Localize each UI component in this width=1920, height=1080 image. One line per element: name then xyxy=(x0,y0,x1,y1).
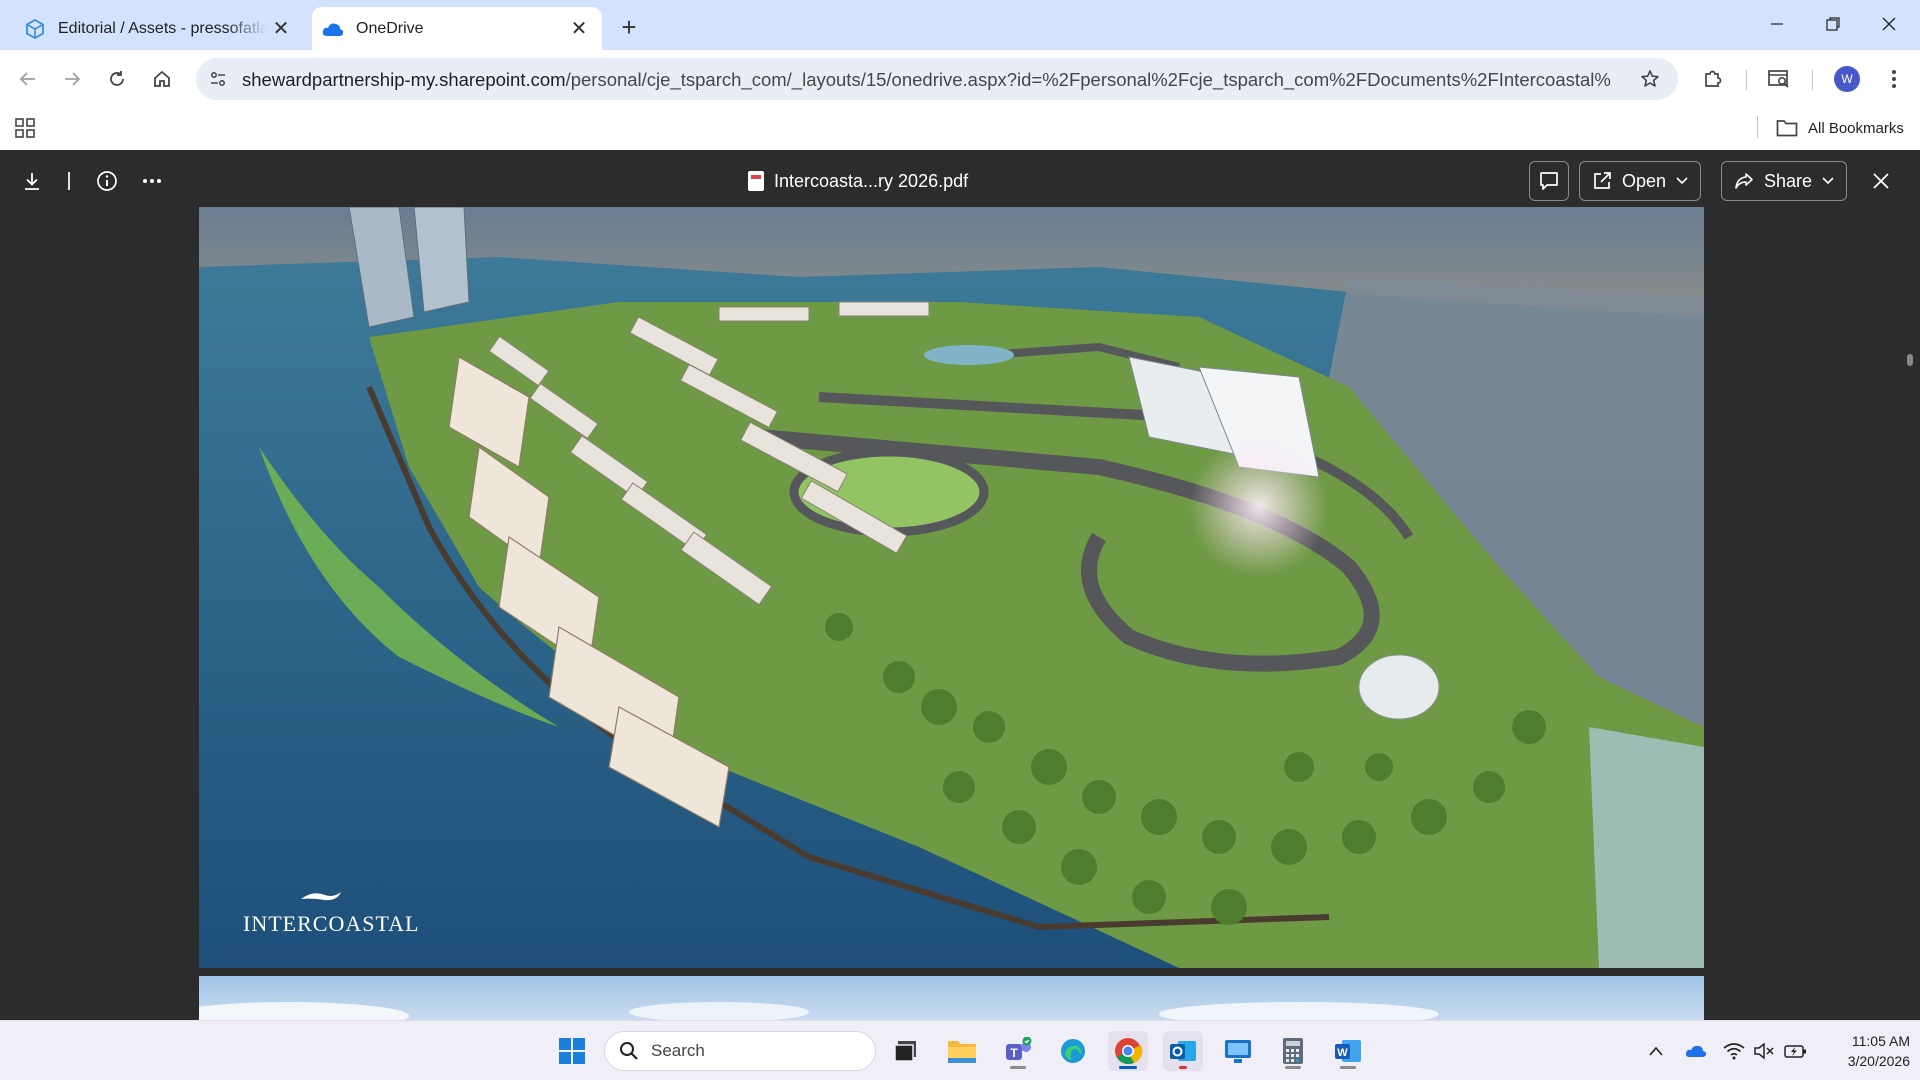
active-indicator xyxy=(1119,1066,1137,1069)
browser-toolbar: shewardpartnership-my.sharepoint.com/per… xyxy=(0,50,1920,108)
close-tab-icon[interactable]: ✕ xyxy=(270,17,292,40)
sky-clouds-illustration xyxy=(199,1002,1439,1020)
more-actions-icon[interactable] xyxy=(135,164,169,198)
url-path: /personal/cje_tsparch_com/_layouts/15/on… xyxy=(565,69,1612,90)
search-placeholder: Search xyxy=(651,1041,705,1060)
tab-strip: Editorial / Assets - pressofatlantic ✕ O… xyxy=(0,0,1920,50)
chevron-down-icon xyxy=(1676,177,1688,185)
restore-window-icon[interactable] xyxy=(1810,8,1856,40)
volume-muted-icon[interactable] xyxy=(1752,1039,1776,1063)
task-view-icon[interactable] xyxy=(886,1031,926,1071)
running-indicator xyxy=(1285,1066,1301,1069)
profile-avatar[interactable]: W xyxy=(1834,66,1860,92)
running-indicator xyxy=(1340,1066,1356,1069)
open-label: Open xyxy=(1622,170,1667,191)
windows-logo-icon xyxy=(559,1038,585,1064)
home-icon[interactable] xyxy=(146,63,178,95)
folder-icon xyxy=(1776,120,1798,137)
bookmarks-bar: All Bookmarks xyxy=(0,108,1920,150)
viewer-divider xyxy=(68,172,70,190)
download-icon[interactable] xyxy=(15,164,49,198)
tab-search-icon[interactable] xyxy=(1763,63,1795,95)
close-window-icon[interactable] xyxy=(1866,8,1912,40)
clock-date: 3/20/2026 xyxy=(1847,1053,1910,1069)
file-explorer-icon[interactable] xyxy=(942,1031,982,1071)
svg-text:W: W xyxy=(1337,1047,1348,1059)
apps-grid-icon[interactable] xyxy=(14,117,36,139)
back-arrow-icon[interactable] xyxy=(12,63,44,95)
word-icon[interactable]: W xyxy=(1328,1031,1368,1071)
close-viewer-icon[interactable] xyxy=(1864,164,1898,198)
calculator-icon[interactable] xyxy=(1273,1031,1313,1071)
new-tab-button[interactable]: + xyxy=(614,12,644,42)
tab-title: Editorial / Assets - pressofatlantic xyxy=(58,19,268,37)
comment-button[interactable] xyxy=(1529,161,1569,201)
extensions-puzzle-icon[interactable] xyxy=(1697,63,1729,95)
start-button[interactable] xyxy=(552,1031,592,1071)
intercoastal-wave-logo-icon xyxy=(301,892,341,901)
tab-editorial-assets[interactable]: Editorial / Assets - pressofatlantic ✕ xyxy=(14,7,304,50)
remote-desktop-icon[interactable] xyxy=(1218,1031,1258,1071)
toolbar-divider xyxy=(1812,70,1813,90)
document-filename: Intercoasta...ry 2026.pdf xyxy=(748,169,968,193)
reload-icon[interactable] xyxy=(101,63,133,95)
forward-arrow-icon[interactable] xyxy=(56,63,88,95)
tab-onedrive[interactable]: OneDrive ✕ xyxy=(312,7,602,50)
chrome-browser-icon[interactable] xyxy=(1108,1031,1148,1071)
open-button[interactable]: Open xyxy=(1579,161,1702,201)
battery-charging-icon[interactable] xyxy=(1784,1039,1808,1063)
open-external-icon xyxy=(1594,172,1611,189)
windows-taskbar: Search T W 11:05 AM 3/20/2026 xyxy=(0,1020,1920,1080)
tab-title: OneDrive xyxy=(356,19,424,37)
onedrive-tray-icon[interactable] xyxy=(1684,1039,1708,1063)
edge-browser-icon[interactable] xyxy=(1053,1031,1093,1071)
cube-logo-icon xyxy=(24,18,46,40)
bookmark-star-icon[interactable] xyxy=(1638,67,1662,91)
toolbar-divider xyxy=(1746,70,1747,90)
url-text: shewardpartnership-my.sharepoint.com/per… xyxy=(242,69,1612,91)
comment-icon xyxy=(1540,172,1558,190)
url-domain: shewardpartnership-my.sharepoint.com xyxy=(242,69,566,90)
taskbar-search-box[interactable]: Search xyxy=(604,1031,876,1071)
system-clock[interactable]: 11:05 AM 3/20/2026 xyxy=(1818,1031,1910,1071)
info-icon[interactable] xyxy=(90,164,124,198)
outlook-icon[interactable] xyxy=(1163,1031,1203,1071)
onedrive-cloud-icon xyxy=(322,18,344,40)
aerial-site-rendering xyxy=(199,207,1704,968)
chevron-up-icon[interactable] xyxy=(1644,1039,1668,1063)
chevron-down-icon xyxy=(1822,177,1834,185)
address-bar[interactable]: shewardpartnership-my.sharepoint.com/per… xyxy=(196,58,1678,100)
share-label: Share xyxy=(1764,170,1813,191)
close-tab-icon[interactable]: ✕ xyxy=(568,17,590,40)
search-icon xyxy=(620,1042,638,1060)
all-bookmarks-button[interactable]: All Bookmarks xyxy=(1776,116,1904,140)
running-indicator xyxy=(1010,1066,1026,1069)
pdf-file-icon xyxy=(748,171,764,191)
document-page-render: INTERCOASTAL xyxy=(199,207,1704,968)
wifi-icon[interactable] xyxy=(1722,1039,1746,1063)
document-page-next xyxy=(199,976,1704,1020)
scrollbar-thumb[interactable] xyxy=(1907,354,1913,366)
share-button[interactable]: Share xyxy=(1721,161,1848,201)
svg-text:T: T xyxy=(1010,1046,1018,1060)
notification-indicator xyxy=(1179,1066,1187,1069)
all-bookmarks-label: All Bookmarks xyxy=(1808,119,1904,137)
minimize-window-icon[interactable] xyxy=(1754,8,1800,40)
more-options-icon[interactable] xyxy=(1878,63,1910,95)
share-icon xyxy=(1735,173,1753,189)
filename-text: Intercoasta...ry 2026.pdf xyxy=(774,170,969,191)
teams-icon[interactable]: T xyxy=(998,1031,1038,1071)
brand-wordmark: INTERCOASTAL xyxy=(243,911,420,936)
bookmarks-divider xyxy=(1757,116,1758,138)
clock-time: 11:05 AM xyxy=(1851,1033,1910,1049)
site-info-icon[interactable] xyxy=(206,67,230,91)
